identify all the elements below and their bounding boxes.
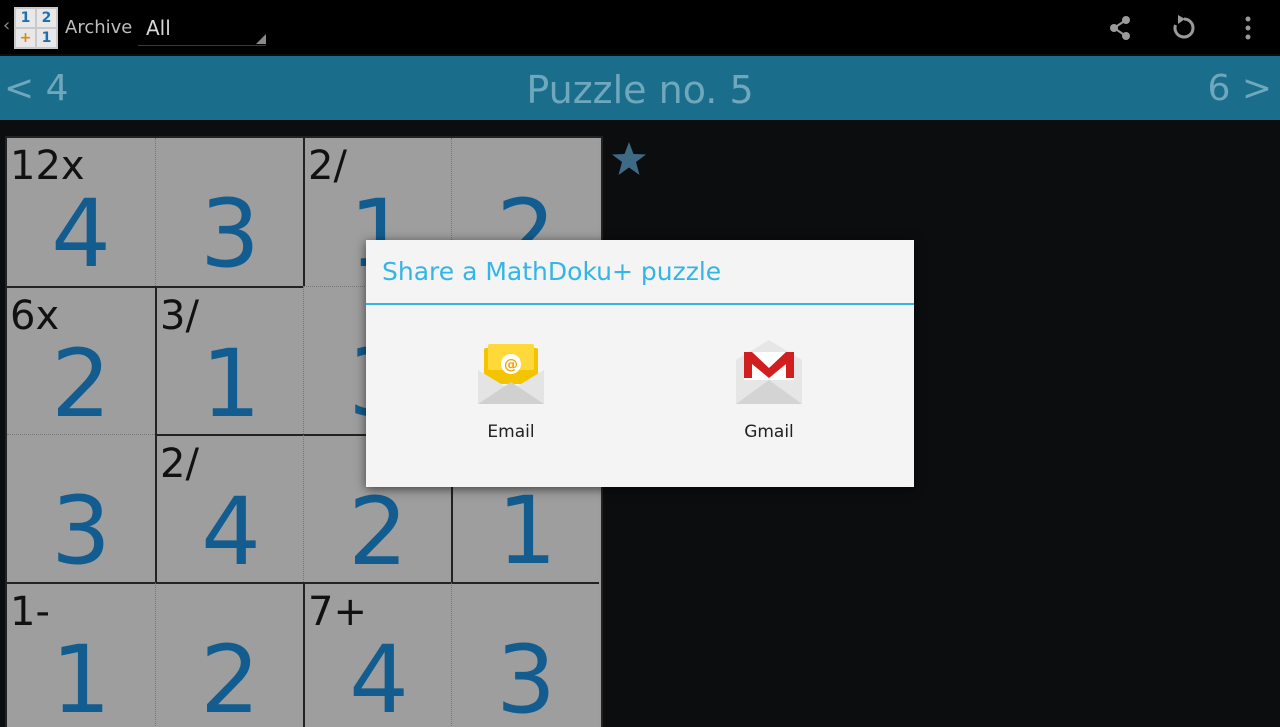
share-dialog: Share a MathDoku+ puzzle @ Email Gmail: [366, 240, 914, 487]
grid-cell[interactable]: 1- 1: [7, 582, 155, 727]
app-icon-cell: +: [16, 29, 35, 47]
app-icon-cell: 2: [37, 9, 56, 27]
dialog-divider: [366, 303, 914, 305]
puzzle-navigation-bar: Puzzle no. 5 < 4 6 >: [0, 56, 1280, 120]
grid-cell[interactable]: 3: [451, 582, 599, 727]
cell-value: 3: [200, 180, 260, 289]
previous-puzzle-button[interactable]: < 4: [4, 68, 69, 109]
grid-cell[interactable]: 7+ 4: [303, 582, 451, 727]
overflow-menu-button[interactable]: [1226, 8, 1270, 48]
cell-value: 2: [51, 330, 111, 439]
app-screen: ‹ 1 2 + 1 Archive All Puzzle no. 5 < 4 6…: [0, 0, 1280, 727]
grid-cell[interactable]: 2: [155, 582, 303, 727]
cell-value: 4: [201, 478, 261, 587]
cell-value: 1: [201, 330, 261, 439]
grid-cell[interactable]: 3: [155, 138, 303, 289]
cell-value: 4: [349, 626, 409, 727]
refresh-icon: [1173, 15, 1195, 39]
next-puzzle-button[interactable]: 6 >: [1207, 68, 1272, 109]
cell-value: 3: [496, 626, 556, 727]
spinner-triangle-icon: [256, 34, 266, 44]
grid-cell[interactable]: 2/ 4: [155, 434, 303, 587]
up-chevron-icon[interactable]: ‹: [3, 16, 10, 36]
svg-text:@: @: [504, 357, 518, 373]
cell-value: 4: [51, 180, 111, 289]
app-icon-cell: 1: [16, 9, 35, 27]
star-icon[interactable]: [610, 140, 648, 178]
share-icon: [1110, 16, 1130, 40]
action-bar-title: Archive: [65, 17, 133, 38]
share-option-gmail[interactable]: Gmail: [699, 338, 839, 448]
dialog-title: Share a MathDoku+ puzzle: [382, 257, 722, 286]
share-option-email[interactable]: @ Email: [441, 338, 581, 448]
share-option-label: Email: [487, 422, 535, 442]
grid-cell[interactable]: 6x 2: [7, 286, 155, 439]
cell-value: 1: [51, 626, 111, 727]
mathdoku-app-icon[interactable]: 1 2 + 1: [14, 7, 58, 49]
cell-value: 2: [348, 478, 408, 587]
cell-value: 1: [497, 477, 557, 586]
app-icon-cell: 1: [37, 29, 56, 47]
grid-cell[interactable]: 3/ 1: [155, 286, 303, 439]
gmail-app-icon: [736, 340, 802, 404]
email-app-icon: @: [478, 344, 544, 404]
cell-value: 2: [200, 626, 260, 727]
grid-cell[interactable]: 12x 4: [7, 138, 155, 289]
grid-cell[interactable]: 3: [7, 434, 155, 586]
share-button[interactable]: [1098, 8, 1142, 48]
filter-spinner-value: All: [146, 16, 171, 40]
refresh-button[interactable]: [1162, 8, 1206, 48]
filter-spinner[interactable]: All: [138, 10, 266, 46]
overflow-menu-icon: [1245, 16, 1251, 40]
cell-value: 3: [51, 477, 111, 586]
share-option-label: Gmail: [744, 422, 794, 442]
action-bar: ‹ 1 2 + 1 Archive All: [0, 0, 1280, 54]
puzzle-title: Puzzle no. 5: [526, 68, 754, 112]
